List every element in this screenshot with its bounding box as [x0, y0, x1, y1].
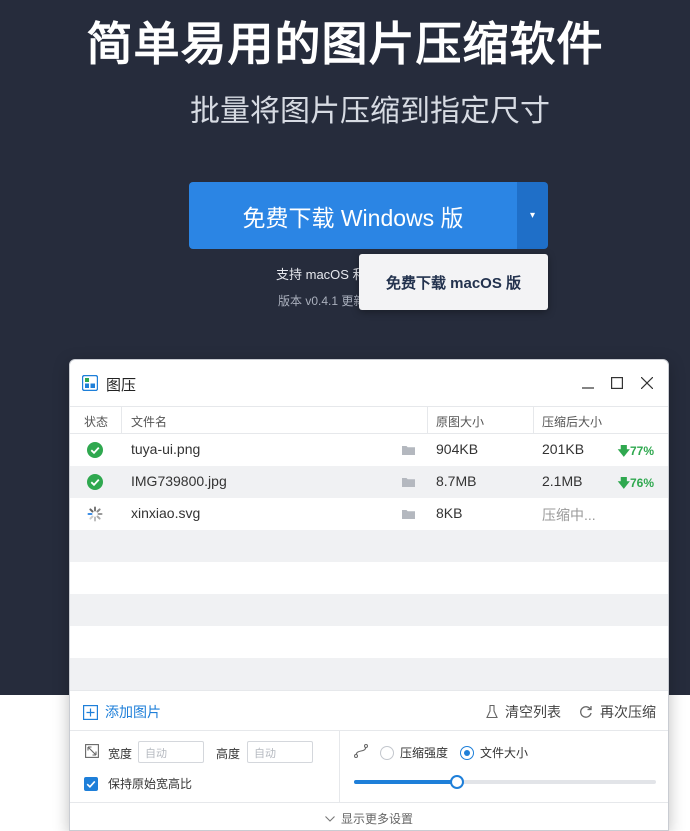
compressed-size: 压缩中...	[542, 507, 596, 523]
show-more-label: 显示更多设置	[340, 812, 413, 826]
app-logo-icon	[82, 375, 98, 391]
loading-spinner-icon	[87, 506, 103, 522]
clear-list-button[interactable]: 清空列表	[486, 702, 561, 722]
page-subtitle: 批量将图片压缩到指定尺寸	[190, 95, 550, 128]
column-filename[interactable]: 文件名	[131, 413, 167, 430]
height-input[interactable]: 自动	[247, 741, 313, 763]
slider-thumb[interactable]	[450, 775, 464, 789]
compressed-size: 201KB	[542, 441, 585, 457]
version-text: 版本 v0.4.1 更新	[278, 294, 366, 308]
broom-icon	[486, 705, 498, 719]
width-label: 宽度	[108, 747, 133, 761]
table-row[interactable]: xinxiao.svg 8KB 压缩中...	[70, 498, 668, 530]
maximize-button[interactable]	[606, 372, 628, 394]
column-divider	[427, 407, 428, 434]
ratio-value: 76%	[629, 476, 654, 490]
recompress-button[interactable]: 再次压缩	[579, 702, 656, 722]
add-image-button[interactable]: 添加图片	[83, 702, 161, 722]
mode-strength-radio[interactable]: 压缩强度	[380, 744, 448, 761]
download-macos-menu-item[interactable]: 免费下载 macOS 版	[359, 254, 548, 310]
file-name: xinxiao.svg	[131, 505, 201, 521]
support-text: 支持 macOS 和	[276, 267, 366, 282]
empty-row	[70, 562, 668, 594]
column-original-size[interactable]: 原图大小	[436, 413, 484, 430]
empty-row	[70, 626, 668, 658]
close-button[interactable]	[636, 372, 658, 394]
original-size: 904KB	[436, 441, 479, 457]
table-row[interactable]: tuya-ui.png 904KB 201KB 🡇77%	[70, 434, 668, 466]
checkbox-checked-icon	[84, 776, 98, 791]
minimize-icon	[582, 387, 594, 389]
ratio-value: 77%	[629, 444, 654, 458]
column-status[interactable]: 状态	[84, 413, 108, 430]
compressed-size: 2.1MB	[542, 473, 583, 489]
keep-ratio-label: 保持原始宽高比	[108, 777, 193, 791]
radio-checked-icon	[460, 745, 474, 760]
maximize-icon	[611, 377, 623, 389]
file-name: tuya-ui.png	[131, 441, 201, 457]
arrow-down-icon: 🡇	[617, 476, 630, 490]
window-titlebar: 图压	[70, 360, 668, 406]
chevron-down-icon	[325, 815, 335, 822]
plus-square-icon	[83, 704, 98, 720]
resize-icon	[85, 744, 99, 758]
height-label: 高度	[216, 747, 241, 761]
keep-ratio-checkbox[interactable]: 保持原始宽高比	[84, 775, 192, 792]
download-windows-button[interactable]: 免费下载 Windows 版	[189, 182, 517, 249]
empty-row	[70, 594, 668, 626]
width-input[interactable]: 自动	[138, 741, 204, 763]
refresh-icon	[580, 706, 592, 718]
mode-strength-label: 压缩强度	[400, 746, 449, 760]
close-icon	[641, 377, 653, 389]
file-table-header: 状态 文件名 原图大小 压缩后大小	[70, 406, 668, 434]
empty-row	[70, 658, 668, 690]
action-toolbar: 添加图片 清空列表 再次压缩	[70, 690, 668, 730]
compression-ratio: 🡇76%	[618, 474, 654, 495]
mode-filesize-radio[interactable]: 文件大小	[460, 744, 528, 761]
empty-row	[70, 530, 668, 562]
settings-panel: 宽度 自动 高度 自动 保持原始宽高比 压缩强度 文件大小	[70, 730, 668, 803]
slider-fill	[354, 780, 457, 784]
download-dropdown-toggle[interactable]: ▾	[517, 182, 548, 249]
settings-divider	[339, 731, 340, 803]
check-circle-icon	[87, 442, 103, 458]
original-size: 8.7MB	[436, 473, 477, 489]
column-divider	[533, 407, 534, 434]
arrow-down-icon: 🡇	[617, 444, 630, 458]
show-more-settings[interactable]: 显示更多设置	[70, 802, 668, 830]
add-image-label: 添加图片	[105, 704, 161, 720]
check-circle-icon	[87, 474, 103, 490]
folder-icon[interactable]	[402, 477, 415, 487]
folder-icon[interactable]	[402, 445, 415, 455]
folder-icon[interactable]	[402, 509, 415, 519]
original-size: 8KB	[436, 505, 463, 521]
recompress-label: 再次压缩	[600, 704, 656, 720]
curve-icon	[354, 744, 368, 758]
table-row[interactable]: IMG739800.jpg 8.7MB 2.1MB 🡇76%	[70, 466, 668, 498]
clear-list-label: 清空列表	[505, 704, 561, 720]
compression-ratio: 🡇77%	[618, 442, 654, 463]
radio-unchecked-icon	[380, 745, 394, 760]
mode-filesize-label: 文件大小	[480, 746, 529, 760]
minimize-button[interactable]	[577, 372, 599, 394]
column-divider	[121, 407, 122, 434]
page-title: 简单易用的图片压缩软件	[86, 18, 604, 70]
app-title: 图压	[106, 377, 137, 394]
file-name: IMG739800.jpg	[131, 473, 227, 489]
app-window: 图压 状态 文件名 原图大小 压缩后大小 tuya-ui.png 904KB 2…	[69, 359, 669, 831]
column-compressed-size[interactable]: 压缩后大小	[542, 413, 602, 430]
compression-slider[interactable]	[354, 775, 656, 789]
